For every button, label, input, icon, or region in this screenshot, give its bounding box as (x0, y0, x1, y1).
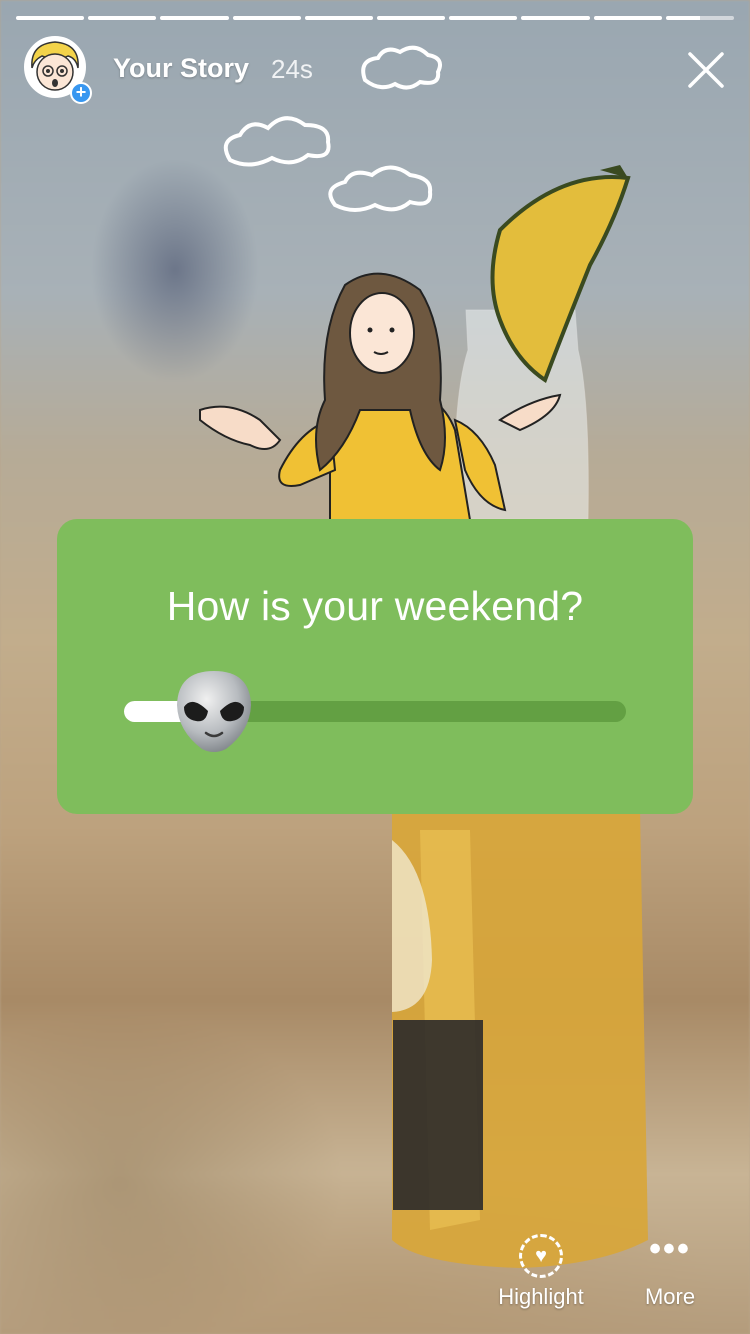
progress-segment (16, 16, 85, 20)
story-progress-bar (16, 16, 735, 20)
story-elapsed-time: 24s (271, 54, 313, 84)
more-label: More (644, 1284, 696, 1309)
progress-segment (88, 16, 157, 20)
more-dots-icon: ••• (649, 1230, 691, 1268)
plus-badge-icon[interactable]: + (70, 82, 92, 104)
progress-segment (449, 16, 518, 20)
profile-avatar[interactable]: + (24, 36, 92, 104)
progress-segment (160, 16, 229, 20)
progress-segment (377, 16, 446, 20)
progress-segment (593, 16, 662, 20)
more-button[interactable]: ••• More (636, 1230, 704, 1310)
story-header: + Your Story 24s (24, 36, 726, 104)
highlight-button[interactable]: ♥ Highlight (488, 1234, 594, 1310)
progress-segment (304, 16, 374, 20)
poll-question: How is your weekend? (166, 583, 584, 629)
story-owner-name[interactable]: Your Story (113, 53, 249, 84)
close-button[interactable] (686, 50, 726, 90)
progress-segment (232, 16, 301, 20)
highlight-label: Highlight (498, 1284, 584, 1309)
alien-face-icon (177, 671, 251, 752)
emoji-slider-poll: How is your weekend? (57, 519, 693, 814)
progress-segment (665, 16, 735, 20)
progress-segment (521, 16, 590, 20)
heart-circle-icon: ♥ (519, 1234, 563, 1278)
close-icon (688, 52, 724, 88)
slider-thumb[interactable] (174, 669, 254, 753)
